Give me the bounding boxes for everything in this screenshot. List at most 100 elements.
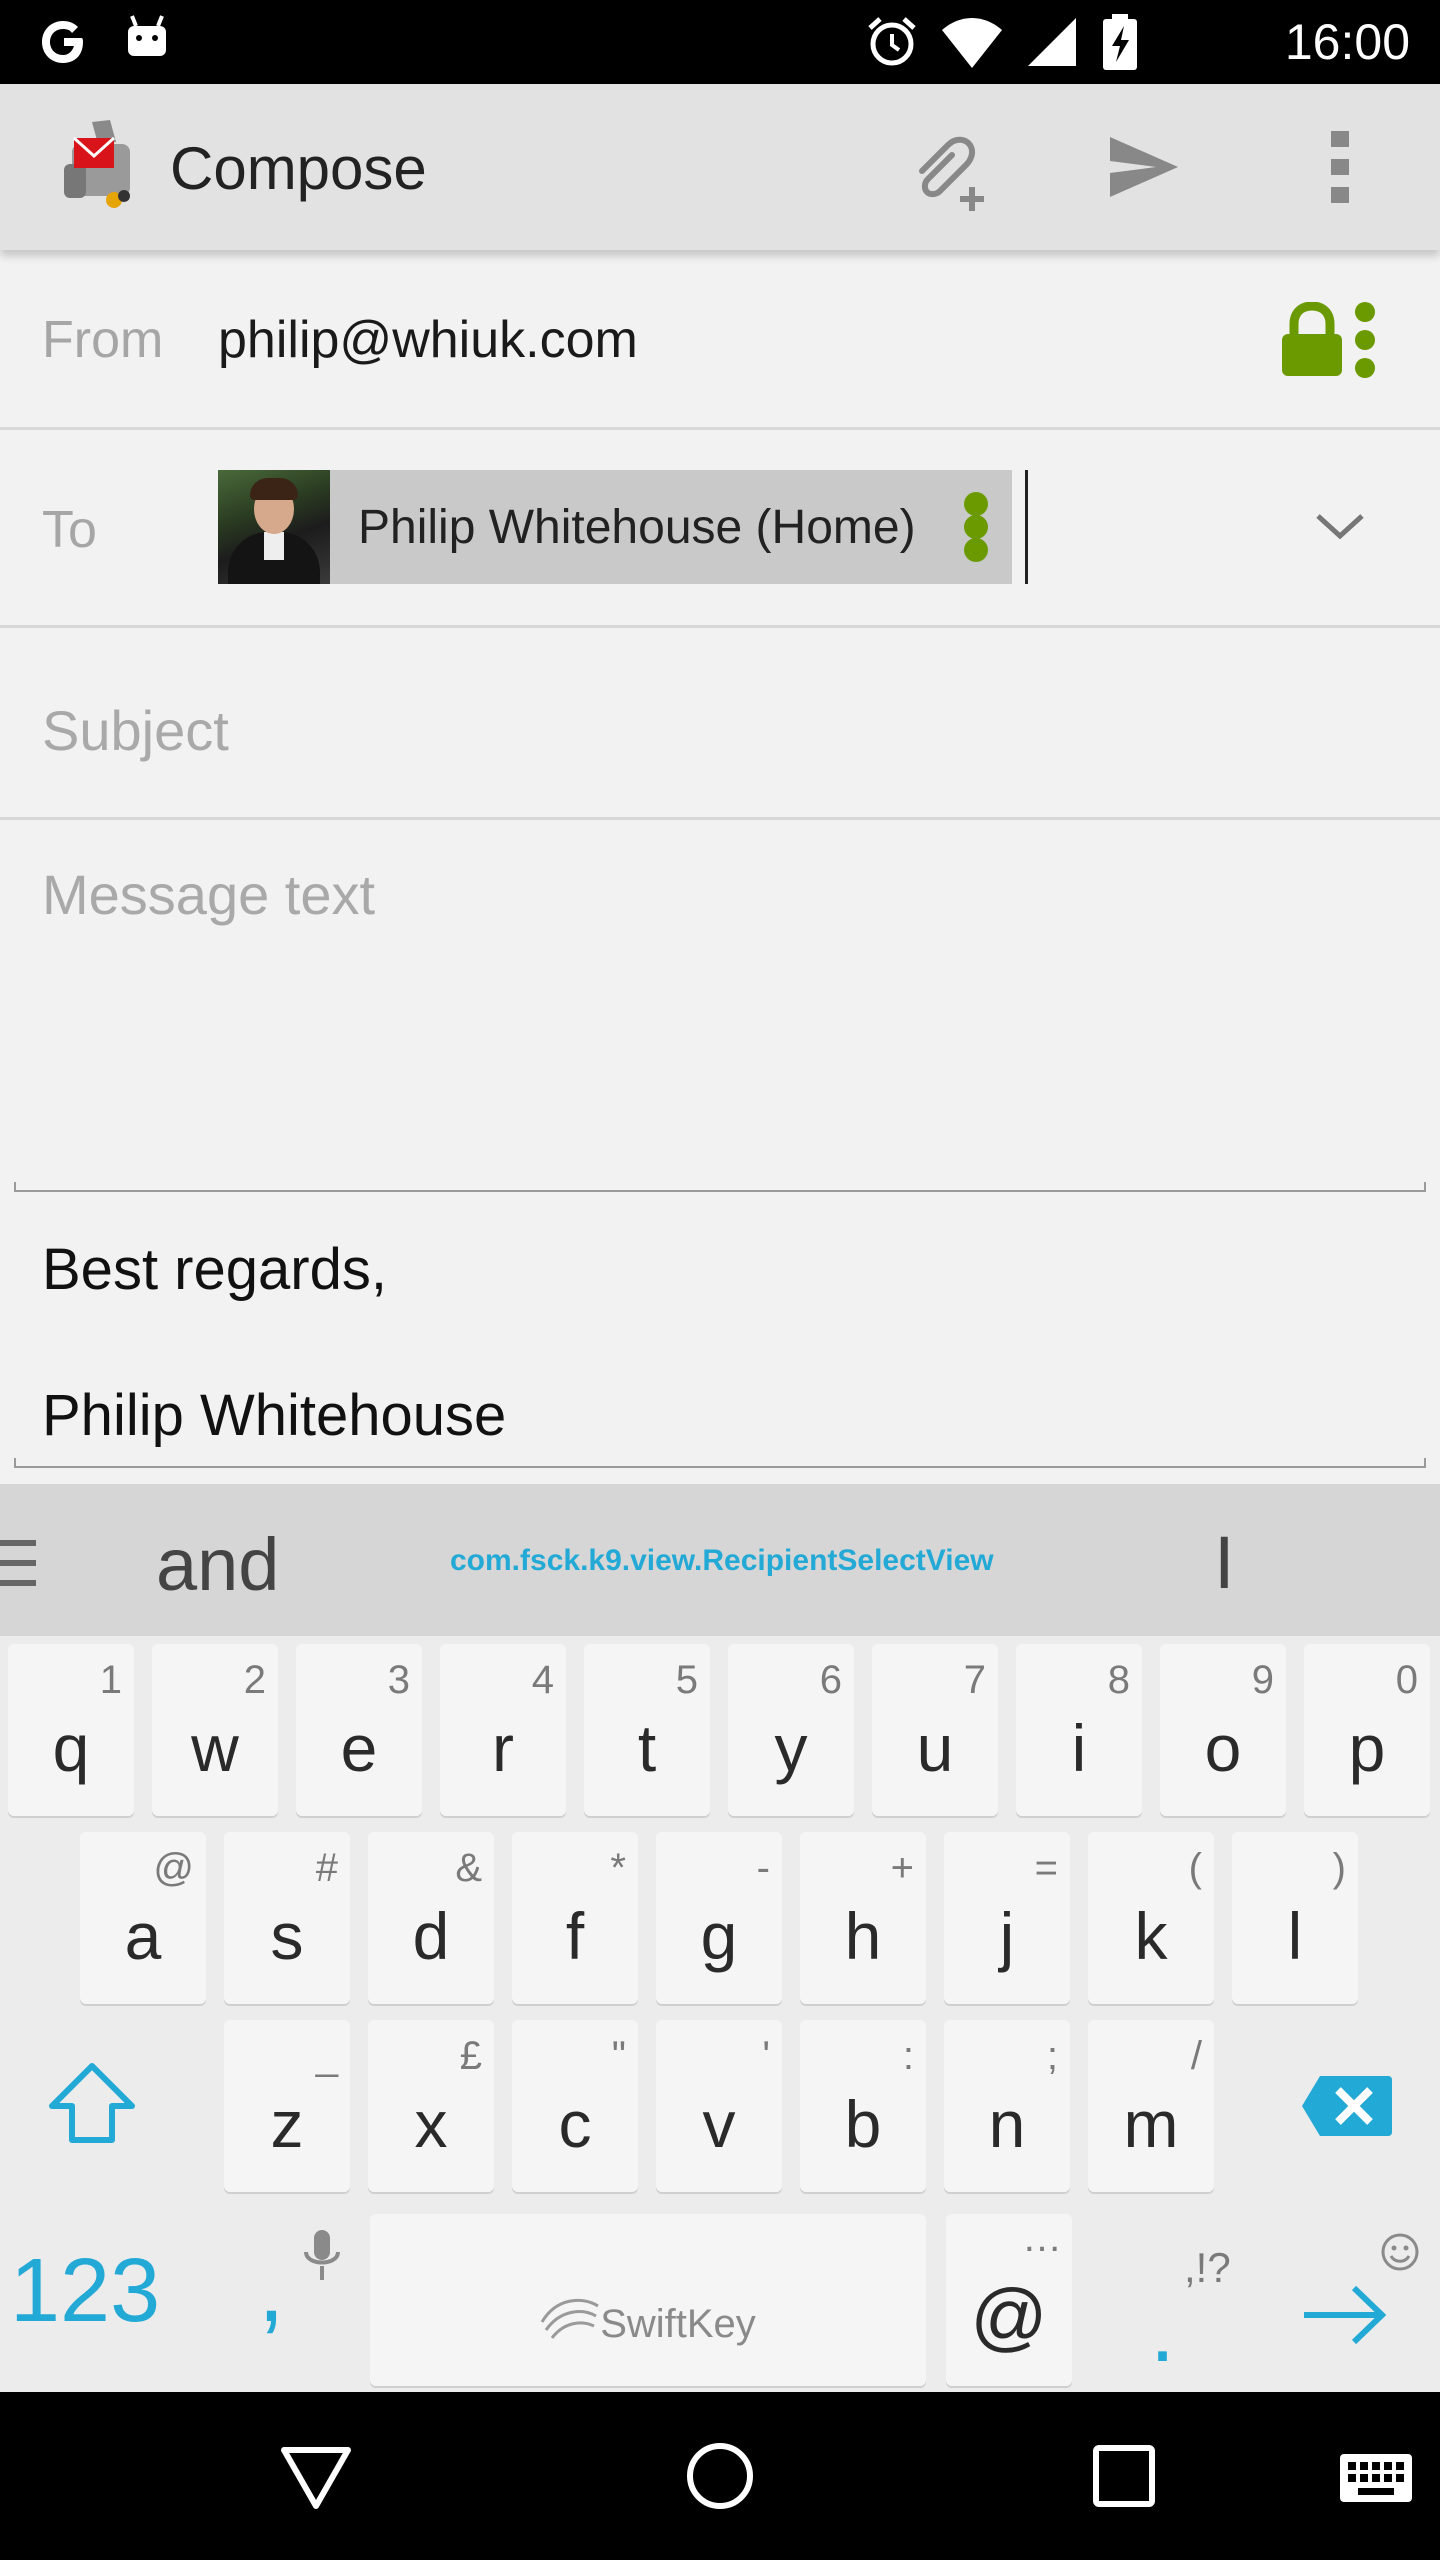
key-label: c — [558, 2087, 592, 2161]
key-c[interactable]: " c — [512, 2020, 638, 2192]
suggestion-center[interactable]: com.fsck.k9.view.RecipientSelectView — [450, 1544, 994, 1578]
key-j[interactable]: = j — [944, 1832, 1070, 2004]
key-i[interactable]: 8i — [1016, 1644, 1142, 1816]
divider — [14, 1182, 1426, 1192]
key-l[interactable]: ) l — [1232, 1832, 1358, 2004]
key-label: x — [414, 2087, 448, 2161]
key-p[interactable]: 0p — [1304, 1644, 1430, 1816]
recents-icon[interactable] — [1078, 2430, 1170, 2522]
signature-field[interactable]: Best regards, Philip Whitehouse — [0, 1196, 1440, 1466]
navigation-bar — [0, 2392, 1440, 2560]
attach-icon — [919, 136, 984, 211]
key-secondary-label: & — [455, 1846, 482, 1890]
key-label: f — [565, 1899, 585, 1973]
key-u[interactable]: 7u — [872, 1644, 998, 1816]
key-z[interactable]: _ z — [224, 2020, 350, 2192]
key-f[interactable]: * f — [512, 1832, 638, 2004]
key-secondary-label: ' — [762, 2034, 770, 2078]
key-secondary-label: = — [1034, 1846, 1058, 1890]
from-account[interactable]: philip@whiuk.com — [218, 310, 638, 370]
key-h[interactable]: + h — [800, 1832, 926, 2004]
attach-button[interactable] — [898, 117, 998, 217]
key-e[interactable]: 3e — [296, 1644, 422, 1816]
from-label: From — [42, 311, 164, 369]
action-bar: Compose — [0, 84, 1440, 250]
key-label: u — [916, 1711, 954, 1785]
crypto-status-button[interactable] — [1280, 302, 1380, 378]
key-label: n — [988, 2087, 1026, 2161]
keyboard-switch-icon[interactable] — [1330, 2430, 1422, 2522]
key-secondary-label: @ — [153, 1846, 194, 1890]
key-x[interactable]: £ x — [368, 2020, 494, 2192]
key-secondary-label: ; — [1046, 2034, 1058, 2078]
wifi-icon — [942, 18, 1002, 68]
key-t[interactable]: 5t — [584, 1644, 710, 1816]
avatar — [218, 470, 330, 584]
shift-key[interactable] — [44, 2056, 140, 2152]
key-secondary-label: 0 — [1395, 1658, 1418, 1702]
key-secondary-label: 3 — [387, 1658, 410, 1702]
key-s[interactable]: # s — [224, 1832, 350, 2004]
key-secondary-label: 4 — [531, 1658, 554, 1702]
at-key[interactable]: … @ — [946, 2214, 1072, 2386]
signature-line: Philip Whitehouse — [42, 1383, 507, 1448]
space-key[interactable]: SwiftKey — [370, 2214, 926, 2386]
back-icon[interactable] — [270, 2430, 362, 2522]
key-secondary-label: 5 — [675, 1658, 698, 1702]
suggestion-right[interactable]: I — [1214, 1520, 1235, 1605]
chevron-down-icon[interactable] — [1310, 496, 1370, 556]
key-a[interactable]: @ a — [80, 1832, 206, 2004]
key-w[interactable]: 2w — [152, 1644, 278, 1816]
key-secondary-label: 9 — [1251, 1658, 1274, 1702]
key-label: l — [1287, 1899, 1303, 1973]
home-icon[interactable] — [674, 2430, 766, 2522]
key-k[interactable]: (k — [1088, 1832, 1214, 2004]
period-key[interactable]: ,!? . — [1100, 2214, 1231, 2386]
key-secondary-label: 7 — [963, 1658, 986, 1702]
enter-arrow-icon[interactable] — [1300, 2280, 1390, 2350]
from-row[interactable]: From philip@whiuk.com — [0, 250, 1440, 430]
overflow-menu-button[interactable] — [1290, 117, 1390, 217]
key-g[interactable]: -g — [656, 1832, 782, 2004]
at-key-label: @ — [970, 2274, 1048, 2359]
key-label: t — [637, 1711, 657, 1785]
key-v[interactable]: ' v — [656, 2020, 782, 2192]
emoji-icon[interactable] — [1380, 2232, 1420, 2272]
key-secondary-label: : — [902, 2034, 914, 2078]
key-r[interactable]: 4r — [440, 1644, 566, 1816]
subject-field[interactable]: Subject — [0, 628, 1440, 820]
key-label: e — [340, 1711, 378, 1785]
key-secondary-label: - — [756, 1846, 770, 1890]
key-y[interactable]: 6y — [728, 1644, 854, 1816]
message-field[interactable]: Message text — [0, 820, 1440, 1186]
alarm-icon — [868, 17, 916, 66]
backspace-key[interactable] — [1300, 2074, 1394, 2138]
recipient-chip[interactable]: Philip Whitehouse (Home) — [218, 470, 1012, 584]
suggestion-left[interactable]: and — [156, 1522, 279, 1607]
to-row[interactable]: To Philip Whitehouse (Home) — [0, 430, 1440, 628]
to-label: To — [42, 501, 97, 559]
key-m[interactable]: / m — [1088, 2020, 1214, 2192]
key-secondary-label: 1 — [99, 1658, 122, 1702]
key-o[interactable]: 9o — [1160, 1644, 1286, 1816]
key-label: v — [702, 2087, 736, 2161]
recipient-name: Philip Whitehouse (Home) — [358, 500, 916, 554]
lock-icon — [1282, 302, 1342, 376]
period-key-secondary: ,!? — [1184, 2244, 1231, 2291]
numbers-key[interactable]: 123 — [10, 2240, 160, 2343]
status-time: 16:00 — [1284, 14, 1410, 70]
comma-key[interactable]: , — [258, 2234, 285, 2344]
key-secondary-label: _ — [315, 2034, 338, 2078]
key-secondary-label: * — [610, 1846, 626, 1890]
key-d[interactable]: & d — [368, 1832, 494, 2004]
menu-icon[interactable] — [0, 1534, 40, 1594]
key-b[interactable]: :b — [800, 2020, 926, 2192]
key-label: q — [52, 1711, 90, 1785]
key-label: r — [492, 1711, 514, 1785]
key-n[interactable]: ; n — [944, 2020, 1070, 2192]
key-label: j — [999, 1899, 1015, 1973]
key-q[interactable]: 1q — [8, 1644, 134, 1816]
send-button[interactable] — [1094, 117, 1194, 217]
key-secondary-label: / — [1190, 2034, 1202, 2078]
key-label: y — [774, 1711, 808, 1785]
